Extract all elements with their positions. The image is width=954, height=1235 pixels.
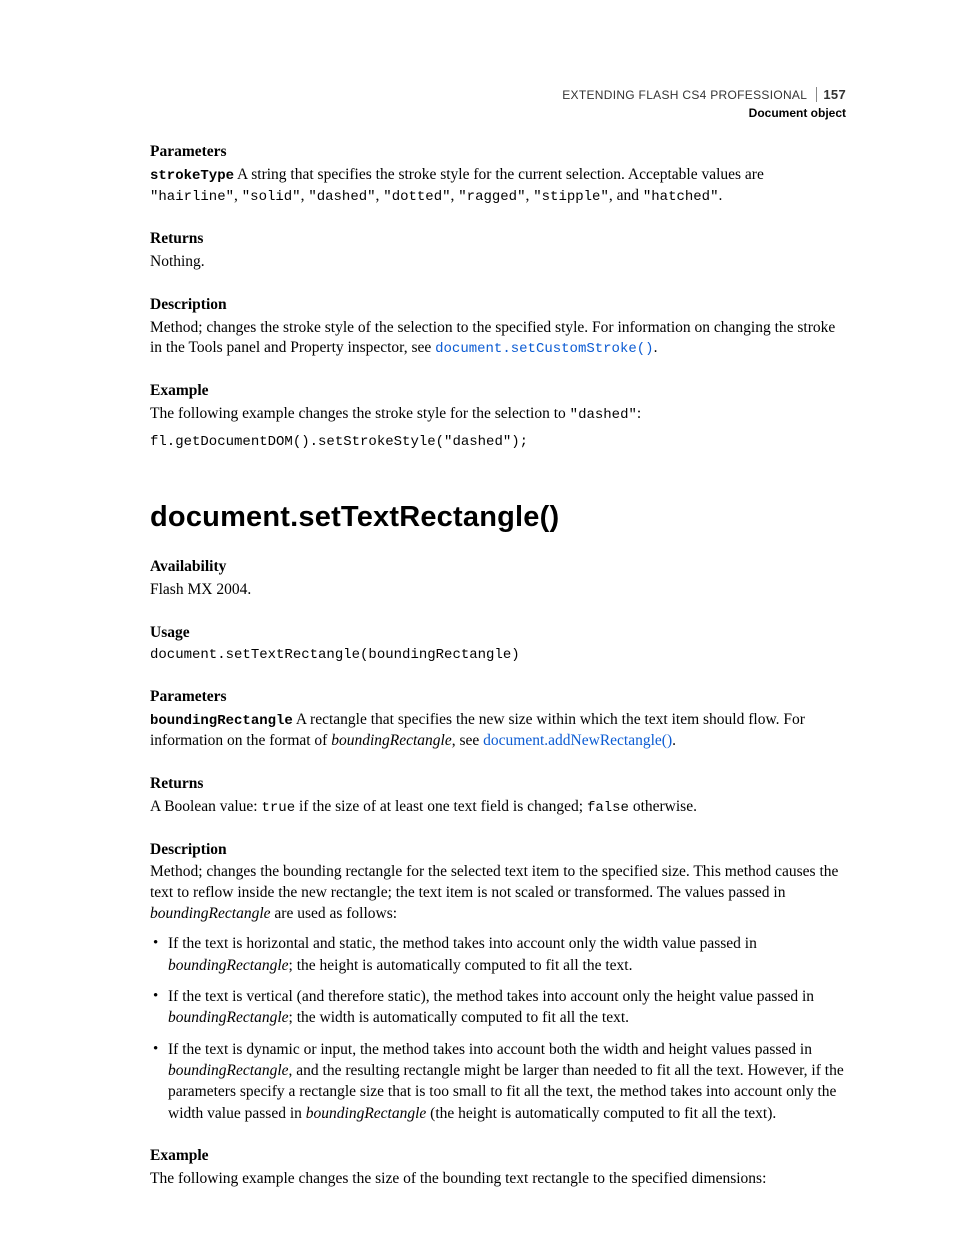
parameters-body: strokeType A string that specifies the s… bbox=[150, 165, 844, 207]
example-intro: The following example changes the stroke… bbox=[150, 404, 844, 425]
example-body-2: The following example changes the size o… bbox=[150, 1169, 844, 1190]
parameters-heading-2: Parameters bbox=[150, 687, 844, 708]
val-hatched: "hatched" bbox=[643, 189, 719, 205]
description-heading-2: Description bbox=[150, 840, 844, 861]
parameters-heading: Parameters bbox=[150, 142, 844, 163]
param-text: A string that specifies the stroke style… bbox=[234, 166, 764, 183]
content: Parameters strokeType A string that spec… bbox=[150, 142, 844, 1190]
link-setcustomstroke[interactable]: document.setCustomStroke() bbox=[435, 341, 653, 357]
description-body-2: Method; changes the bounding rectangle f… bbox=[150, 862, 844, 925]
val-dotted: "dotted" bbox=[383, 189, 450, 205]
param-name-2: boundingRectangle bbox=[150, 713, 293, 729]
returns-body: Nothing. bbox=[150, 252, 844, 273]
list-item: If the text is horizontal and static, th… bbox=[150, 933, 844, 976]
list-item: If the text is dynamic or input, the met… bbox=[150, 1039, 844, 1125]
parameters-body-2: boundingRectangle A rectangle that speci… bbox=[150, 710, 844, 752]
code-block: fl.getDocumentDOM().setStrokeStyle("dash… bbox=[150, 433, 844, 452]
example-heading-2: Example bbox=[150, 1146, 844, 1167]
val-hairline: "hairline" bbox=[150, 189, 234, 205]
availability-body: Flash MX 2004. bbox=[150, 580, 844, 601]
page-number: 157 bbox=[816, 87, 846, 102]
list-item: If the text is vertical (and therefore s… bbox=[150, 986, 844, 1029]
val-solid: "solid" bbox=[242, 189, 301, 205]
bullet-list: If the text is horizontal and static, th… bbox=[150, 933, 844, 1124]
returns-body-2: A Boolean value: true if the size of at … bbox=[150, 797, 844, 818]
link-addnewrectangle[interactable]: document.addNewRectangle() bbox=[483, 732, 672, 749]
val-dashed: "dashed" bbox=[308, 189, 375, 205]
example-heading: Example bbox=[150, 381, 844, 402]
method-title: document.setTextRectangle() bbox=[150, 498, 844, 537]
availability-heading: Availability bbox=[150, 557, 844, 578]
usage-code: document.setTextRectangle(boundingRectan… bbox=[150, 646, 844, 665]
val-ragged: "ragged" bbox=[458, 189, 525, 205]
description-heading: Description bbox=[150, 295, 844, 316]
returns-heading-2: Returns bbox=[150, 774, 844, 795]
header-line1: EXTENDING FLASH CS4 PROFESSIONAL 157 bbox=[562, 86, 846, 104]
param-name: strokeType bbox=[150, 168, 234, 184]
running-header: EXTENDING FLASH CS4 PROFESSIONAL 157 Doc… bbox=[562, 86, 846, 121]
usage-heading: Usage bbox=[150, 623, 844, 644]
doc-title: EXTENDING FLASH CS4 PROFESSIONAL bbox=[562, 88, 807, 102]
header-section: Document object bbox=[562, 105, 846, 121]
val-stipple: "stipple" bbox=[533, 189, 609, 205]
returns-heading: Returns bbox=[150, 229, 844, 250]
page: EXTENDING FLASH CS4 PROFESSIONAL 157 Doc… bbox=[0, 0, 954, 1235]
description-body: Method; changes the stroke style of the … bbox=[150, 318, 844, 360]
